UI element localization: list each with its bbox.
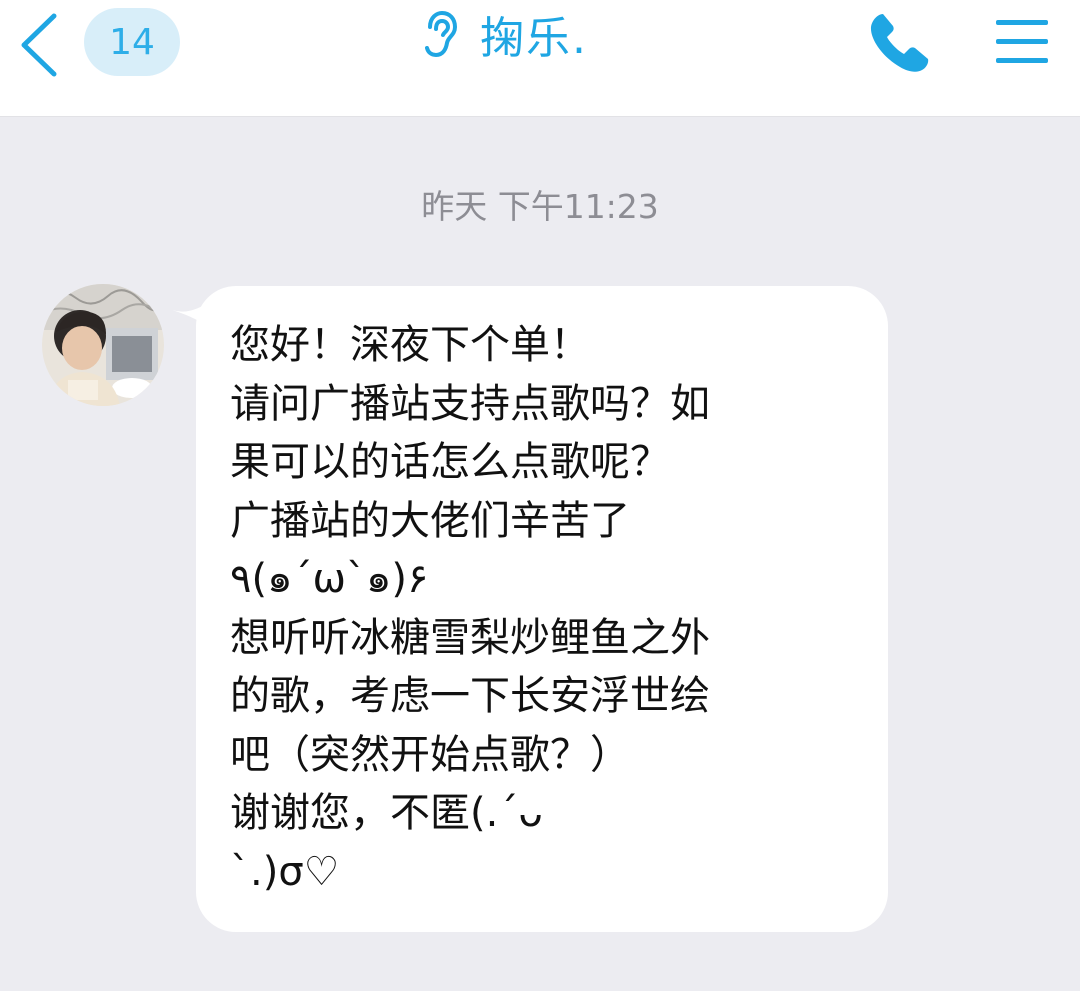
ear-icon[interactable] (420, 10, 458, 58)
avatar-photo (42, 284, 164, 406)
message-timestamp: 昨天 下午11:23 (421, 187, 659, 226)
chat-title: 掬乐. (480, 13, 588, 64)
unread-count-badge[interactable]: 14 (84, 8, 180, 76)
chevron-left-icon (21, 13, 57, 77)
avatar[interactable] (42, 284, 164, 406)
message-text: 您好！深夜下个单！ 请问广播站支持点歌吗？如 果可以的话怎么点歌呢？ 广播站的大… (230, 322, 710, 895)
top-navigation-bar: 14 掬乐. (0, 0, 1080, 117)
back-button[interactable] (12, 10, 64, 80)
menu-icon[interactable] (994, 14, 1050, 70)
phone-icon[interactable] (866, 10, 936, 76)
chat-title-group: 掬乐. (420, 6, 588, 64)
